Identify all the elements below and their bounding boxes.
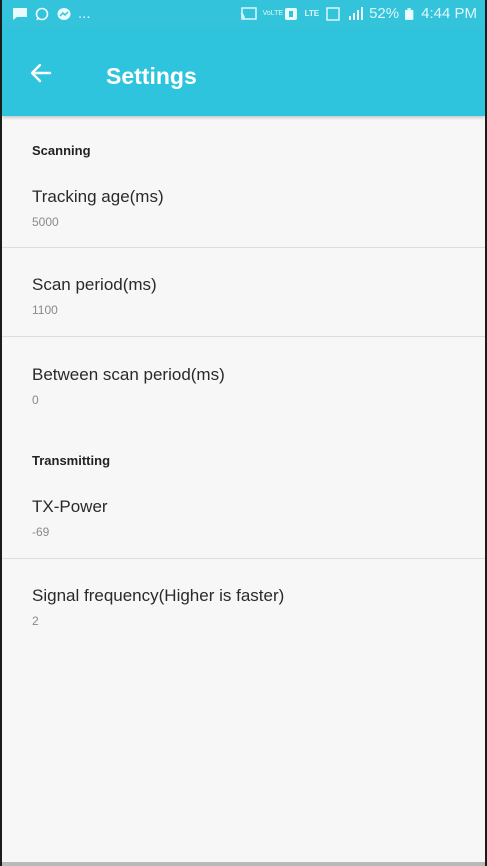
bottom-edge [2,862,485,866]
battery-icon [405,7,414,20]
messenger-icon [57,7,71,20]
clock: 4:44 PM [421,5,477,22]
volte-icon: VoLTE [262,10,284,17]
lte-icon: LTE [304,9,320,18]
divider [2,336,485,337]
pref-summary: -69 [32,525,50,539]
pref-tx-power[interactable]: TX-Power -69 [2,497,485,559]
divider [2,558,485,559]
nfc-icon [284,7,297,20]
battery-percent: 52% [369,5,400,22]
pref-summary: 2 [32,614,39,628]
pref-title: Signal frequency(Higher is faster) [32,586,285,605]
pref-summary: 5000 [32,215,59,229]
more-notifications: ... [78,5,91,22]
app-window: ... VoLTE LTE 52% 4:44 PM Settings Scann… [0,0,487,866]
category-header-transmitting: Transmitting [32,453,111,468]
message-icon [13,7,27,20]
sim-icon [326,6,340,21]
pref-title: TX-Power [32,497,108,516]
pref-title: Between scan period(ms) [32,365,225,384]
whatsapp-icon [35,7,49,20]
pref-summary: 1100 [32,303,58,317]
app-bar: Settings [2,30,485,116]
page-title: Settings [106,63,197,89]
back-button[interactable] [24,56,58,90]
settings-list: Scanning Tracking age(ms) 5000 Scan peri… [2,116,485,866]
pref-tracking-age[interactable]: Tracking age(ms) 5000 [2,187,485,249]
divider [2,247,485,248]
status-bar-left: ... [12,5,91,22]
pref-title: Tracking age(ms) [32,187,164,206]
pref-between-scan-period[interactable]: Between scan period(ms) 0 [2,365,485,427]
arrow-left-icon [30,63,52,83]
pref-signal-frequency[interactable]: Signal frequency(Higher is faster) 2 [2,586,485,648]
pref-summary: 0 [32,393,39,407]
pref-scan-period[interactable]: Scan period(ms) 1100 [2,275,485,337]
cast-icon [240,6,257,20]
signal-icon [349,6,364,20]
pref-title: Scan period(ms) [32,275,157,294]
status-bar: ... VoLTE LTE 52% 4:44 PM [2,0,485,30]
status-bar-right: VoLTE LTE 52% 4:44 PM [240,5,477,22]
category-header-scanning: Scanning [32,143,91,158]
